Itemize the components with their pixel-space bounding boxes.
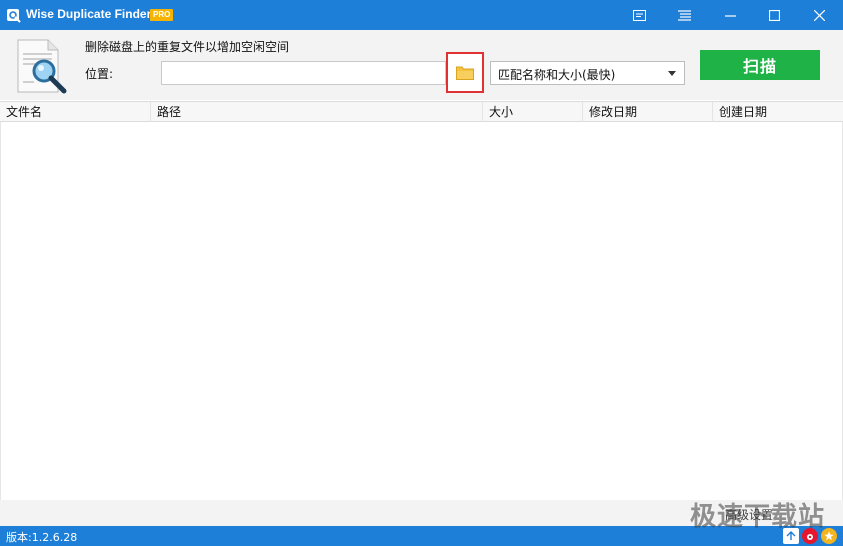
app-logo-icon <box>7 9 21 23</box>
column-header-size[interactable]: 大小 <box>482 102 582 122</box>
message-icon <box>632 9 646 21</box>
location-label: 位置: <box>85 67 114 81</box>
chevron-down-icon <box>668 71 676 76</box>
results-list[interactable] <box>0 122 843 500</box>
toolbar-subtitle: 删除磁盘上的重复文件以增加空闲空间 <box>85 40 290 54</box>
location-input[interactable] <box>161 61 446 85</box>
maximize-icon <box>768 9 780 21</box>
folder-icon <box>456 66 474 80</box>
browse-folder-button[interactable] <box>446 52 484 93</box>
watermark-text: 极速下载站 <box>689 502 825 532</box>
column-header-created[interactable]: 创建日期 <box>712 102 843 122</box>
column-header-modified[interactable]: 修改日期 <box>582 102 712 122</box>
feedback-button[interactable] <box>617 0 661 30</box>
match-mode-select[interactable]: 匹配名称和大小(最快) <box>490 61 685 85</box>
toolbar: 删除磁盘上的重复文件以增加空闲空间 位置: 匹配名称和大小(最快) 扫描 <box>0 30 843 100</box>
match-mode-value: 匹配名称和大小(最快) <box>498 68 616 82</box>
document-search-icon <box>17 39 67 94</box>
minimize-button[interactable] <box>708 0 752 30</box>
menu-button[interactable] <box>662 0 706 30</box>
maximize-button[interactable] <box>752 0 796 30</box>
table-header: 文件名 路径 大小 修改日期 创建日期 <box>0 101 843 122</box>
close-button[interactable] <box>797 0 841 30</box>
menu-icon <box>677 9 691 21</box>
close-icon <box>813 9 825 21</box>
column-header-filename[interactable]: 文件名 <box>0 102 150 122</box>
window-title: Wise Duplicate Finder <box>26 7 152 21</box>
scan-button[interactable]: 扫描 <box>700 50 820 80</box>
column-header-path[interactable]: 路径 <box>150 102 482 122</box>
minimize-icon <box>724 14 736 17</box>
pro-badge: PRO <box>150 9 174 21</box>
title-bar: Wise Duplicate Finder PRO <box>0 0 843 30</box>
version-text: 版本:1.2.6.28 <box>6 531 78 544</box>
